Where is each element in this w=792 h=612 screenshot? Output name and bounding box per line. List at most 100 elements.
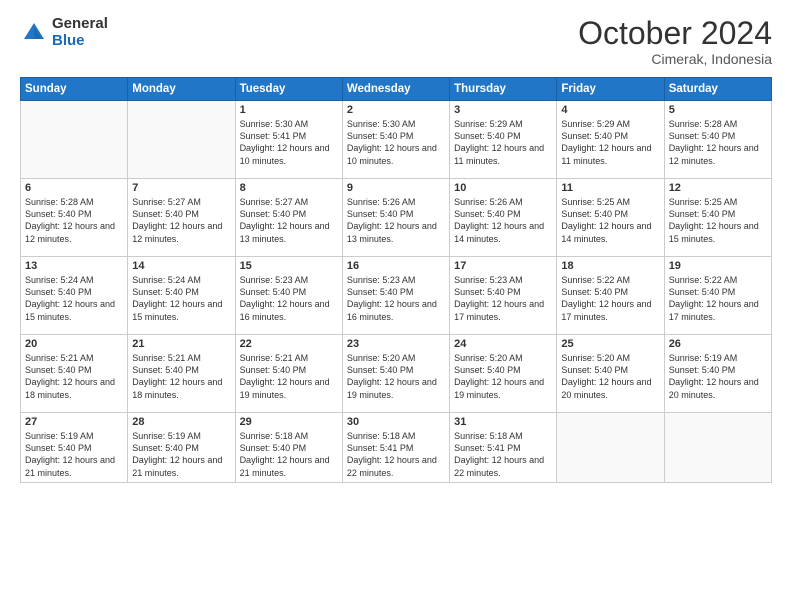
day-number: 30: [347, 416, 445, 428]
calendar-week-5: 27 Sunrise: 5:19 AM Sunset: 5:40 PM Dayli…: [21, 413, 772, 483]
day-number: 12: [669, 182, 767, 194]
day-number: 29: [240, 416, 338, 428]
day-number: 21: [132, 338, 230, 350]
day-info: Sunrise: 5:30 AM Sunset: 5:41 PM Dayligh…: [240, 118, 338, 167]
location-subtitle: Cimerak, Indonesia: [578, 51, 772, 67]
day-number: 17: [454, 260, 552, 272]
day-number: 16: [347, 260, 445, 272]
day-number: 22: [240, 338, 338, 350]
calendar-week-2: 6Sunrise: 5:28 AM Sunset: 5:40 PM Daylig…: [21, 179, 772, 257]
day-info: Sunrise: 5:21 AM Sunset: 5:40 PM Dayligh…: [132, 352, 230, 401]
calendar-cell: 29 Sunrise: 5:18 AM Sunset: 5:40 PM Dayli…: [235, 413, 342, 483]
calendar-cell: 3Sunrise: 5:29 AM Sunset: 5:40 PM Daylig…: [450, 101, 557, 179]
day-info: Sunrise: 5:23 AM Sunset: 5:40 PM Dayligh…: [454, 274, 552, 323]
day-info: Sunrise: 5:29 AM Sunset: 5:40 PM Dayligh…: [561, 118, 659, 167]
day-info: Sunrise: 5:18 AM Sunset: 5:41 PM Dayligh…: [454, 430, 552, 479]
day-number: 31: [454, 416, 552, 428]
day-info: Sunrise: 5:20 AM Sunset: 5:40 PM Dayligh…: [561, 352, 659, 401]
calendar-cell: 6Sunrise: 5:28 AM Sunset: 5:40 PM Daylig…: [21, 179, 128, 257]
calendar-cell: 20Sunrise: 5:21 AM Sunset: 5:40 PM Dayli…: [21, 335, 128, 413]
calendar-cell: 14Sunrise: 5:24 AM Sunset: 5:40 PM Dayli…: [128, 257, 235, 335]
calendar-cell: 15 Sunrise: 5:23 AM Sunset: 5:40 PM Dayli…: [235, 257, 342, 335]
weekday-row: Sunday Monday Tuesday Wednesday Thursday…: [21, 78, 772, 101]
day-number: 1: [240, 104, 338, 116]
col-friday: Friday: [557, 78, 664, 101]
logo-blue: Blue: [52, 33, 108, 50]
day-number: 2: [347, 104, 445, 116]
calendar-cell: 21 Sunrise: 5:21 AM Sunset: 5:40 PM Dayli…: [128, 335, 235, 413]
day-info: Sunrise: 5:22 AM Sunset: 5:40 PM Dayligh…: [669, 274, 767, 323]
col-wednesday: Wednesday: [342, 78, 449, 101]
day-info: Sunrise: 5:19 AM Sunset: 5:40 PM Dayligh…: [25, 430, 123, 479]
calendar-cell: 24 Sunrise: 5:20 AM Sunset: 5:40 PM Dayli…: [450, 335, 557, 413]
calendar-cell: 8 Sunrise: 5:27 AM Sunset: 5:40 PM Daylig…: [235, 179, 342, 257]
calendar-week-1: 1 Sunrise: 5:30 AM Sunset: 5:41 PM Daylig…: [21, 101, 772, 179]
calendar-cell: 1 Sunrise: 5:30 AM Sunset: 5:41 PM Daylig…: [235, 101, 342, 179]
calendar-cell: [664, 413, 771, 483]
day-info: Sunrise: 5:27 AM Sunset: 5:40 PM Dayligh…: [132, 196, 230, 245]
day-info: Sunrise: 5:29 AM Sunset: 5:40 PM Dayligh…: [454, 118, 552, 167]
day-info: Sunrise: 5:21 AM Sunset: 5:40 PM Dayligh…: [25, 352, 123, 401]
day-number: 8: [240, 182, 338, 194]
calendar-cell: 2 Sunrise: 5:30 AM Sunset: 5:40 PM Daylig…: [342, 101, 449, 179]
day-number: 11: [561, 182, 659, 194]
calendar-cell: 12Sunrise: 5:25 AM Sunset: 5:40 PM Dayli…: [664, 179, 771, 257]
calendar-cell: 16 Sunrise: 5:23 AM Sunset: 5:40 PM Dayli…: [342, 257, 449, 335]
calendar-cell: 9 Sunrise: 5:26 AM Sunset: 5:40 PM Daylig…: [342, 179, 449, 257]
calendar-cell: 19 Sunrise: 5:22 AM Sunset: 5:40 PM Dayli…: [664, 257, 771, 335]
calendar-cell: 23Sunrise: 5:20 AM Sunset: 5:40 PM Dayli…: [342, 335, 449, 413]
day-number: 25: [561, 338, 659, 350]
calendar-cell: 25 Sunrise: 5:20 AM Sunset: 5:40 PM Dayli…: [557, 335, 664, 413]
day-number: 7: [132, 182, 230, 194]
day-info: Sunrise: 5:20 AM Sunset: 5:40 PM Dayligh…: [347, 352, 445, 401]
logo: General Blue: [20, 16, 108, 49]
day-info: Sunrise: 5:27 AM Sunset: 5:40 PM Dayligh…: [240, 196, 338, 245]
day-info: Sunrise: 5:20 AM Sunset: 5:40 PM Dayligh…: [454, 352, 552, 401]
calendar-cell: 30Sunrise: 5:18 AM Sunset: 5:41 PM Dayli…: [342, 413, 449, 483]
day-info: Sunrise: 5:30 AM Sunset: 5:40 PM Dayligh…: [347, 118, 445, 167]
day-info: Sunrise: 5:22 AM Sunset: 5:40 PM Dayligh…: [561, 274, 659, 323]
calendar-week-3: 13 Sunrise: 5:24 AM Sunset: 5:40 PM Dayli…: [21, 257, 772, 335]
day-number: 26: [669, 338, 767, 350]
day-number: 5: [669, 104, 767, 116]
calendar-cell: [21, 101, 128, 179]
calendar-page: General Blue October 2024 Cimerak, Indon…: [0, 0, 792, 612]
day-number: 14: [132, 260, 230, 272]
day-number: 13: [25, 260, 123, 272]
day-number: 24: [454, 338, 552, 350]
calendar-cell: 4 Sunrise: 5:29 AM Sunset: 5:40 PM Daylig…: [557, 101, 664, 179]
calendar-cell: 28 Sunrise: 5:19 AM Sunset: 5:40 PM Dayli…: [128, 413, 235, 483]
day-info: Sunrise: 5:23 AM Sunset: 5:40 PM Dayligh…: [347, 274, 445, 323]
calendar-cell: 10Sunrise: 5:26 AM Sunset: 5:40 PM Dayli…: [450, 179, 557, 257]
day-info: Sunrise: 5:18 AM Sunset: 5:40 PM Dayligh…: [240, 430, 338, 479]
col-monday: Monday: [128, 78, 235, 101]
calendar-cell: 27 Sunrise: 5:19 AM Sunset: 5:40 PM Dayli…: [21, 413, 128, 483]
day-number: 27: [25, 416, 123, 428]
day-info: Sunrise: 5:24 AM Sunset: 5:40 PM Dayligh…: [25, 274, 123, 323]
title-block: October 2024 Cimerak, Indonesia: [578, 16, 772, 67]
day-number: 4: [561, 104, 659, 116]
day-number: 15: [240, 260, 338, 272]
day-number: 19: [669, 260, 767, 272]
col-sunday: Sunday: [21, 78, 128, 101]
logo-general: General: [52, 16, 108, 33]
day-info: Sunrise: 5:28 AM Sunset: 5:40 PM Dayligh…: [25, 196, 123, 245]
day-info: Sunrise: 5:26 AM Sunset: 5:40 PM Dayligh…: [347, 196, 445, 245]
day-info: Sunrise: 5:19 AM Sunset: 5:40 PM Dayligh…: [132, 430, 230, 479]
col-tuesday: Tuesday: [235, 78, 342, 101]
day-info: Sunrise: 5:28 AM Sunset: 5:40 PM Dayligh…: [669, 118, 767, 167]
calendar-table: Sunday Monday Tuesday Wednesday Thursday…: [20, 77, 772, 483]
day-number: 28: [132, 416, 230, 428]
day-number: 9: [347, 182, 445, 194]
col-thursday: Thursday: [450, 78, 557, 101]
calendar-header: Sunday Monday Tuesday Wednesday Thursday…: [21, 78, 772, 101]
month-title: October 2024: [578, 16, 772, 51]
header: General Blue October 2024 Cimerak, Indon…: [20, 16, 772, 67]
calendar-cell: 13 Sunrise: 5:24 AM Sunset: 5:40 PM Dayli…: [21, 257, 128, 335]
calendar-cell: [557, 413, 664, 483]
day-info: Sunrise: 5:23 AM Sunset: 5:40 PM Dayligh…: [240, 274, 338, 323]
logo-icon: [20, 19, 48, 47]
calendar-cell: 26Sunrise: 5:19 AM Sunset: 5:40 PM Dayli…: [664, 335, 771, 413]
calendar-cell: [128, 101, 235, 179]
day-number: 18: [561, 260, 659, 272]
